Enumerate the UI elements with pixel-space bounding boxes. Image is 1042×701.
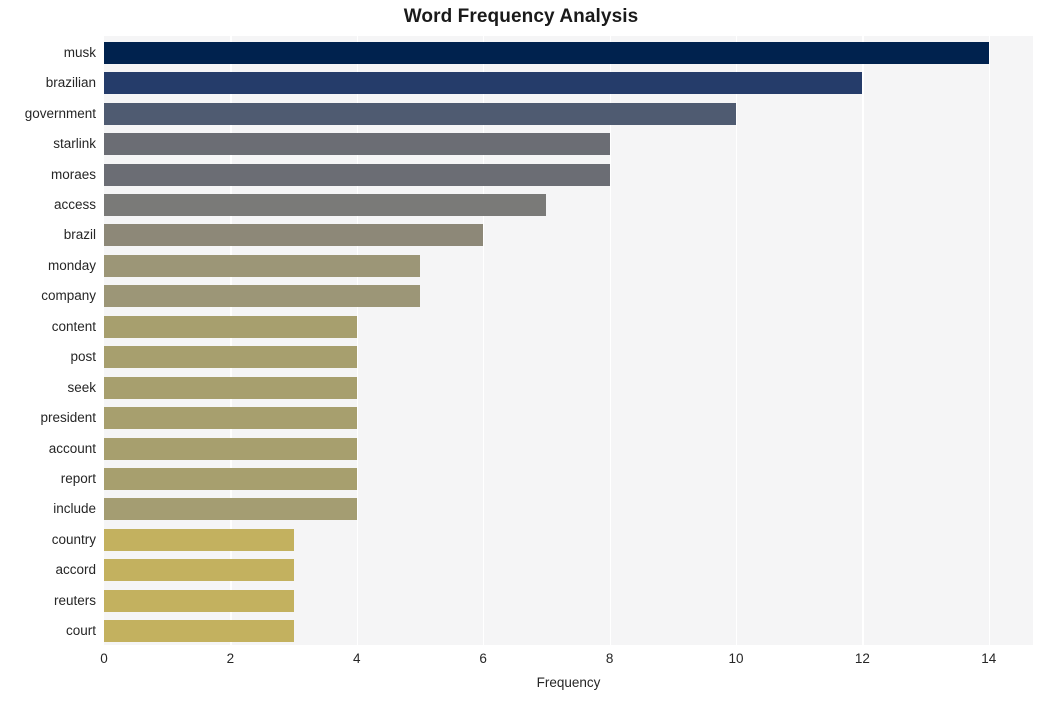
gridline-x-4 <box>356 36 358 645</box>
x-tick-2: 2 <box>226 651 235 666</box>
y-axis-label-company: company <box>41 288 96 304</box>
plot-area <box>104 36 1033 645</box>
y-axis-label-post: post <box>70 349 96 365</box>
x-tick-12: 12 <box>854 651 870 666</box>
y-axis-label-president: president <box>40 410 96 426</box>
y-axis-label-seek: seek <box>67 379 96 395</box>
x-tick-14: 14 <box>981 651 997 666</box>
bar <box>104 102 736 125</box>
bar <box>104 224 484 247</box>
word-frequency-chart-figure: Word Frequency Analysis musk brazilian gov… <box>0 0 1042 701</box>
chart-title: Word Frequency Analysis <box>403 6 639 27</box>
y-axis-label-monday: monday <box>47 257 96 273</box>
bar <box>104 41 989 64</box>
y-axis-label-musk: musk <box>63 44 96 60</box>
bar <box>104 285 420 308</box>
y-axis-label-report: report <box>60 471 96 487</box>
gridline-x-12 <box>862 36 864 645</box>
bar <box>104 528 294 551</box>
gridline-x-6 <box>483 36 485 645</box>
gridline-x-2 <box>230 36 232 645</box>
y-axis-label-content: content <box>51 318 96 334</box>
bar <box>104 376 357 399</box>
y-axis-label-country: country <box>51 531 96 547</box>
y-axis-label-government: government <box>24 105 96 121</box>
x-tick-8: 8 <box>605 651 614 666</box>
bar <box>104 133 610 156</box>
bar <box>104 620 294 643</box>
bar <box>104 437 357 460</box>
x-tick-0: 0 <box>100 651 108 666</box>
y-axis-label-reuters: reuters <box>53 592 96 608</box>
y-axis-label-accord: accord <box>55 562 96 578</box>
bar <box>104 468 357 491</box>
gridline-x-10 <box>735 36 738 645</box>
bar <box>104 163 610 186</box>
bar <box>104 498 357 521</box>
y-axis-label-starlink: starlink <box>53 136 96 152</box>
y-axis-label-access: access <box>53 196 96 212</box>
bar <box>104 589 294 612</box>
x-tick-6: 6 <box>479 651 487 666</box>
bar <box>104 346 357 369</box>
bar <box>104 72 863 95</box>
y-axis-label-court: court <box>65 623 96 639</box>
gridline-x-8 <box>609 36 611 645</box>
bar <box>104 559 294 582</box>
y-axis-label-include: include <box>53 501 96 517</box>
y-axis-label-account: account <box>48 440 96 456</box>
bar <box>104 407 357 430</box>
x-tick-4: 4 <box>353 651 361 666</box>
bar <box>104 315 357 338</box>
gridline-x-14 <box>988 36 990 645</box>
bar <box>104 193 547 216</box>
y-axis-label-brazil: brazil <box>63 227 96 243</box>
y-axis-category-labels: musk brazilian government starlink moraes acc… <box>0 36 96 645</box>
x-axis-title: Frequency <box>536 675 601 690</box>
x-axis-tick-labels: 0 2 4 6 8 10 12 14 <box>0 651 1042 671</box>
bar <box>104 254 420 277</box>
y-axis-label-brazilian: brazilian <box>45 75 96 91</box>
x-tick-10: 10 <box>728 651 744 666</box>
y-axis-label-moraes: moraes <box>50 166 96 182</box>
